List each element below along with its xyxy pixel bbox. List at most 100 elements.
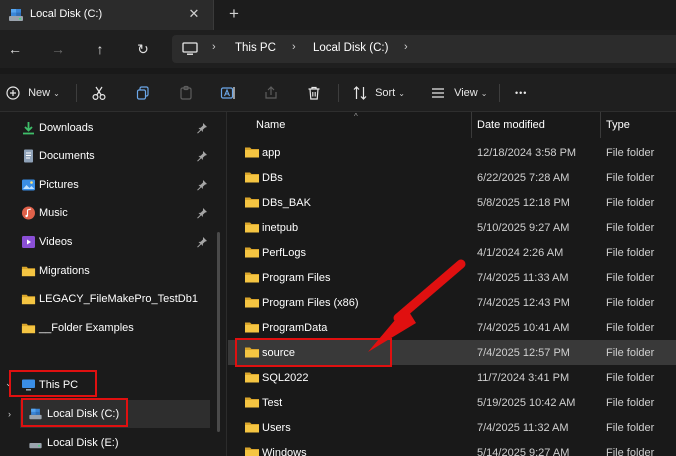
table-row[interactable]: inetpub 5/10/2025 9:27 AM File folder bbox=[228, 215, 676, 240]
annotation-box-this-pc bbox=[9, 370, 97, 397]
table-row[interactable]: Windows 5/14/2025 9:27 AM File folder bbox=[228, 440, 676, 456]
new-label: New bbox=[28, 87, 51, 99]
file-date-modified: 7/4/2025 11:33 AM bbox=[477, 272, 569, 284]
file-name: PerfLogs bbox=[262, 247, 307, 259]
chevron-down-icon: ⌄ bbox=[53, 89, 60, 98]
rename-icon bbox=[220, 87, 235, 100]
file-date-modified: 7/4/2025 10:41 AM bbox=[477, 322, 570, 334]
view-button[interactable]: View ⌄ bbox=[430, 83, 487, 103]
table-row[interactable]: app 12/18/2024 3:58 PM File folder bbox=[228, 140, 676, 165]
table-row[interactable]: Test 5/19/2025 10:42 AM File folder bbox=[228, 390, 676, 415]
refresh-icon[interactable]: ↻ bbox=[132, 39, 154, 59]
sidebar-item-music[interactable]: Music bbox=[0, 199, 214, 227]
folder-icon bbox=[245, 147, 259, 158]
view-list-icon bbox=[432, 88, 444, 98]
folder-icon bbox=[245, 197, 259, 208]
breadcrumb-this-pc[interactable]: This PC bbox=[235, 42, 276, 54]
folder-icon bbox=[245, 397, 259, 408]
folder-icon bbox=[245, 372, 259, 383]
navigation-bar: ← → ↑ ↻ › This PC › Local Disk (C:) › bbox=[0, 30, 676, 68]
view-label: View bbox=[454, 87, 478, 99]
copy-icon bbox=[136, 86, 149, 100]
file-name: SQL2022 bbox=[262, 372, 309, 384]
sidebar-item-label: Videos bbox=[39, 236, 73, 248]
sidebar-item-label: Documents bbox=[39, 150, 95, 162]
sidebar-item-label: Local Disk (E:) bbox=[47, 437, 119, 449]
folder-icon bbox=[21, 323, 36, 334]
computer-icon bbox=[182, 42, 198, 55]
column-header-type[interactable]: Type bbox=[600, 112, 676, 138]
toolbar-divider bbox=[338, 84, 339, 102]
breadcrumb-separator-icon: › bbox=[212, 41, 216, 53]
table-row[interactable]: DBs 6/22/2025 7:28 AM File folder bbox=[228, 165, 676, 190]
videos-icon bbox=[22, 236, 35, 248]
column-header-date-modified[interactable]: Date modified bbox=[471, 112, 600, 138]
column-header-name[interactable]: Name bbox=[250, 112, 471, 138]
command-bar: New ⌄ Sort ⌄ View ⌄ ••• bbox=[0, 74, 676, 112]
new-button[interactable]: New ⌄ bbox=[6, 83, 60, 103]
sidebar-item-legacy-filemakepro[interactable]: LEGACY_FileMakePro_TestDb1 bbox=[0, 285, 214, 313]
scissors-icon bbox=[92, 86, 106, 101]
share-button[interactable] bbox=[263, 83, 279, 103]
file-type: File folder bbox=[606, 222, 655, 234]
breadcrumb-separator-icon: › bbox=[404, 41, 408, 53]
table-row[interactable]: PerfLogs 4/1/2024 2:26 AM File folder bbox=[228, 240, 676, 265]
toolbar-divider bbox=[499, 84, 500, 102]
pin-icon[interactable] bbox=[196, 236, 208, 248]
chevron-right-icon[interactable]: › bbox=[8, 409, 11, 419]
file-date-modified: 11/7/2024 3:41 PM bbox=[477, 372, 570, 384]
table-row[interactable]: ProgramData 7/4/2025 10:41 AM File folder bbox=[228, 315, 676, 340]
table-row[interactable]: SQL2022 11/7/2024 3:41 PM File folder bbox=[228, 365, 676, 390]
file-list: ^ Name Date modified Type app 12/18/2024 … bbox=[228, 112, 676, 456]
download-icon bbox=[23, 122, 34, 135]
pin-icon[interactable] bbox=[196, 122, 208, 134]
tab-local-disk-c[interactable]: Local Disk (C:) ✕ bbox=[0, 0, 214, 30]
sidebar-item-label: Migrations bbox=[39, 265, 90, 277]
table-row[interactable]: Program Files 7/4/2025 11:33 AM File folde… bbox=[228, 265, 676, 290]
chevron-down-icon: ⌄ bbox=[398, 89, 405, 98]
sidebar-scrollbar[interactable] bbox=[217, 232, 220, 432]
breadcrumb-separator-icon: › bbox=[292, 41, 296, 53]
sidebar-item-documents[interactable]: Documents bbox=[0, 142, 214, 170]
file-name: inetpub bbox=[262, 222, 299, 234]
address-bar[interactable]: › This PC › Local Disk (C:) › bbox=[172, 35, 676, 63]
paste-button[interactable] bbox=[178, 83, 194, 103]
pin-icon[interactable] bbox=[196, 207, 208, 219]
sidebar-item-folder-examples[interactable]: __Folder Examples bbox=[0, 314, 214, 342]
table-row[interactable]: Program Files (x86) 7/4/2025 12:43 PM File… bbox=[228, 290, 676, 315]
breadcrumb-local-disk-c[interactable]: Local Disk (C:) bbox=[313, 42, 388, 54]
sort-button[interactable]: Sort ⌄ bbox=[352, 83, 405, 103]
paste-icon bbox=[180, 85, 192, 100]
sidebar-item-migrations[interactable]: Migrations bbox=[0, 257, 214, 285]
file-type: File folder bbox=[606, 297, 655, 309]
back-arrow-icon[interactable]: ← bbox=[4, 39, 26, 59]
copy-button[interactable] bbox=[135, 83, 151, 103]
drive-icon bbox=[29, 443, 42, 449]
pin-icon[interactable] bbox=[196, 150, 208, 162]
folder-icon bbox=[21, 294, 36, 305]
rename-button[interactable] bbox=[220, 83, 236, 103]
sidebar-item-label: __Folder Examples bbox=[39, 322, 134, 334]
folder-icon bbox=[245, 322, 259, 333]
file-date-modified: 5/8/2025 12:18 PM bbox=[477, 197, 570, 209]
sidebar-item-videos[interactable]: Videos bbox=[0, 228, 214, 256]
sidebar-item-downloads[interactable]: Downloads bbox=[0, 114, 214, 142]
pin-icon[interactable] bbox=[196, 179, 208, 191]
table-row[interactable]: DBs_BAK 5/8/2025 12:18 PM File folder bbox=[228, 190, 676, 215]
up-arrow-icon[interactable]: ↑ bbox=[89, 39, 111, 59]
table-row[interactable]: Users 7/4/2025 11:32 AM File folder bbox=[228, 415, 676, 440]
file-name: Program Files bbox=[262, 272, 331, 284]
cut-button[interactable] bbox=[91, 83, 107, 103]
sidebar-item-pictures[interactable]: Pictures bbox=[0, 171, 214, 199]
file-date-modified: 7/4/2025 11:32 AM bbox=[477, 422, 569, 434]
more-options-icon[interactable]: ••• bbox=[515, 83, 527, 103]
forward-arrow-icon[interactable]: → bbox=[47, 39, 69, 59]
delete-button[interactable] bbox=[306, 83, 322, 103]
title-bar: Local Disk (C:) ✕ + bbox=[0, 0, 676, 30]
file-type: File folder bbox=[606, 172, 655, 184]
close-tab-icon[interactable]: ✕ bbox=[186, 6, 202, 22]
sidebar-item-local-disk-e[interactable]: Local Disk (E:) bbox=[0, 429, 214, 456]
file-date-modified: 7/4/2025 12:57 PM bbox=[477, 347, 570, 359]
new-tab-icon[interactable]: + bbox=[224, 4, 244, 24]
file-name: app bbox=[262, 147, 281, 159]
